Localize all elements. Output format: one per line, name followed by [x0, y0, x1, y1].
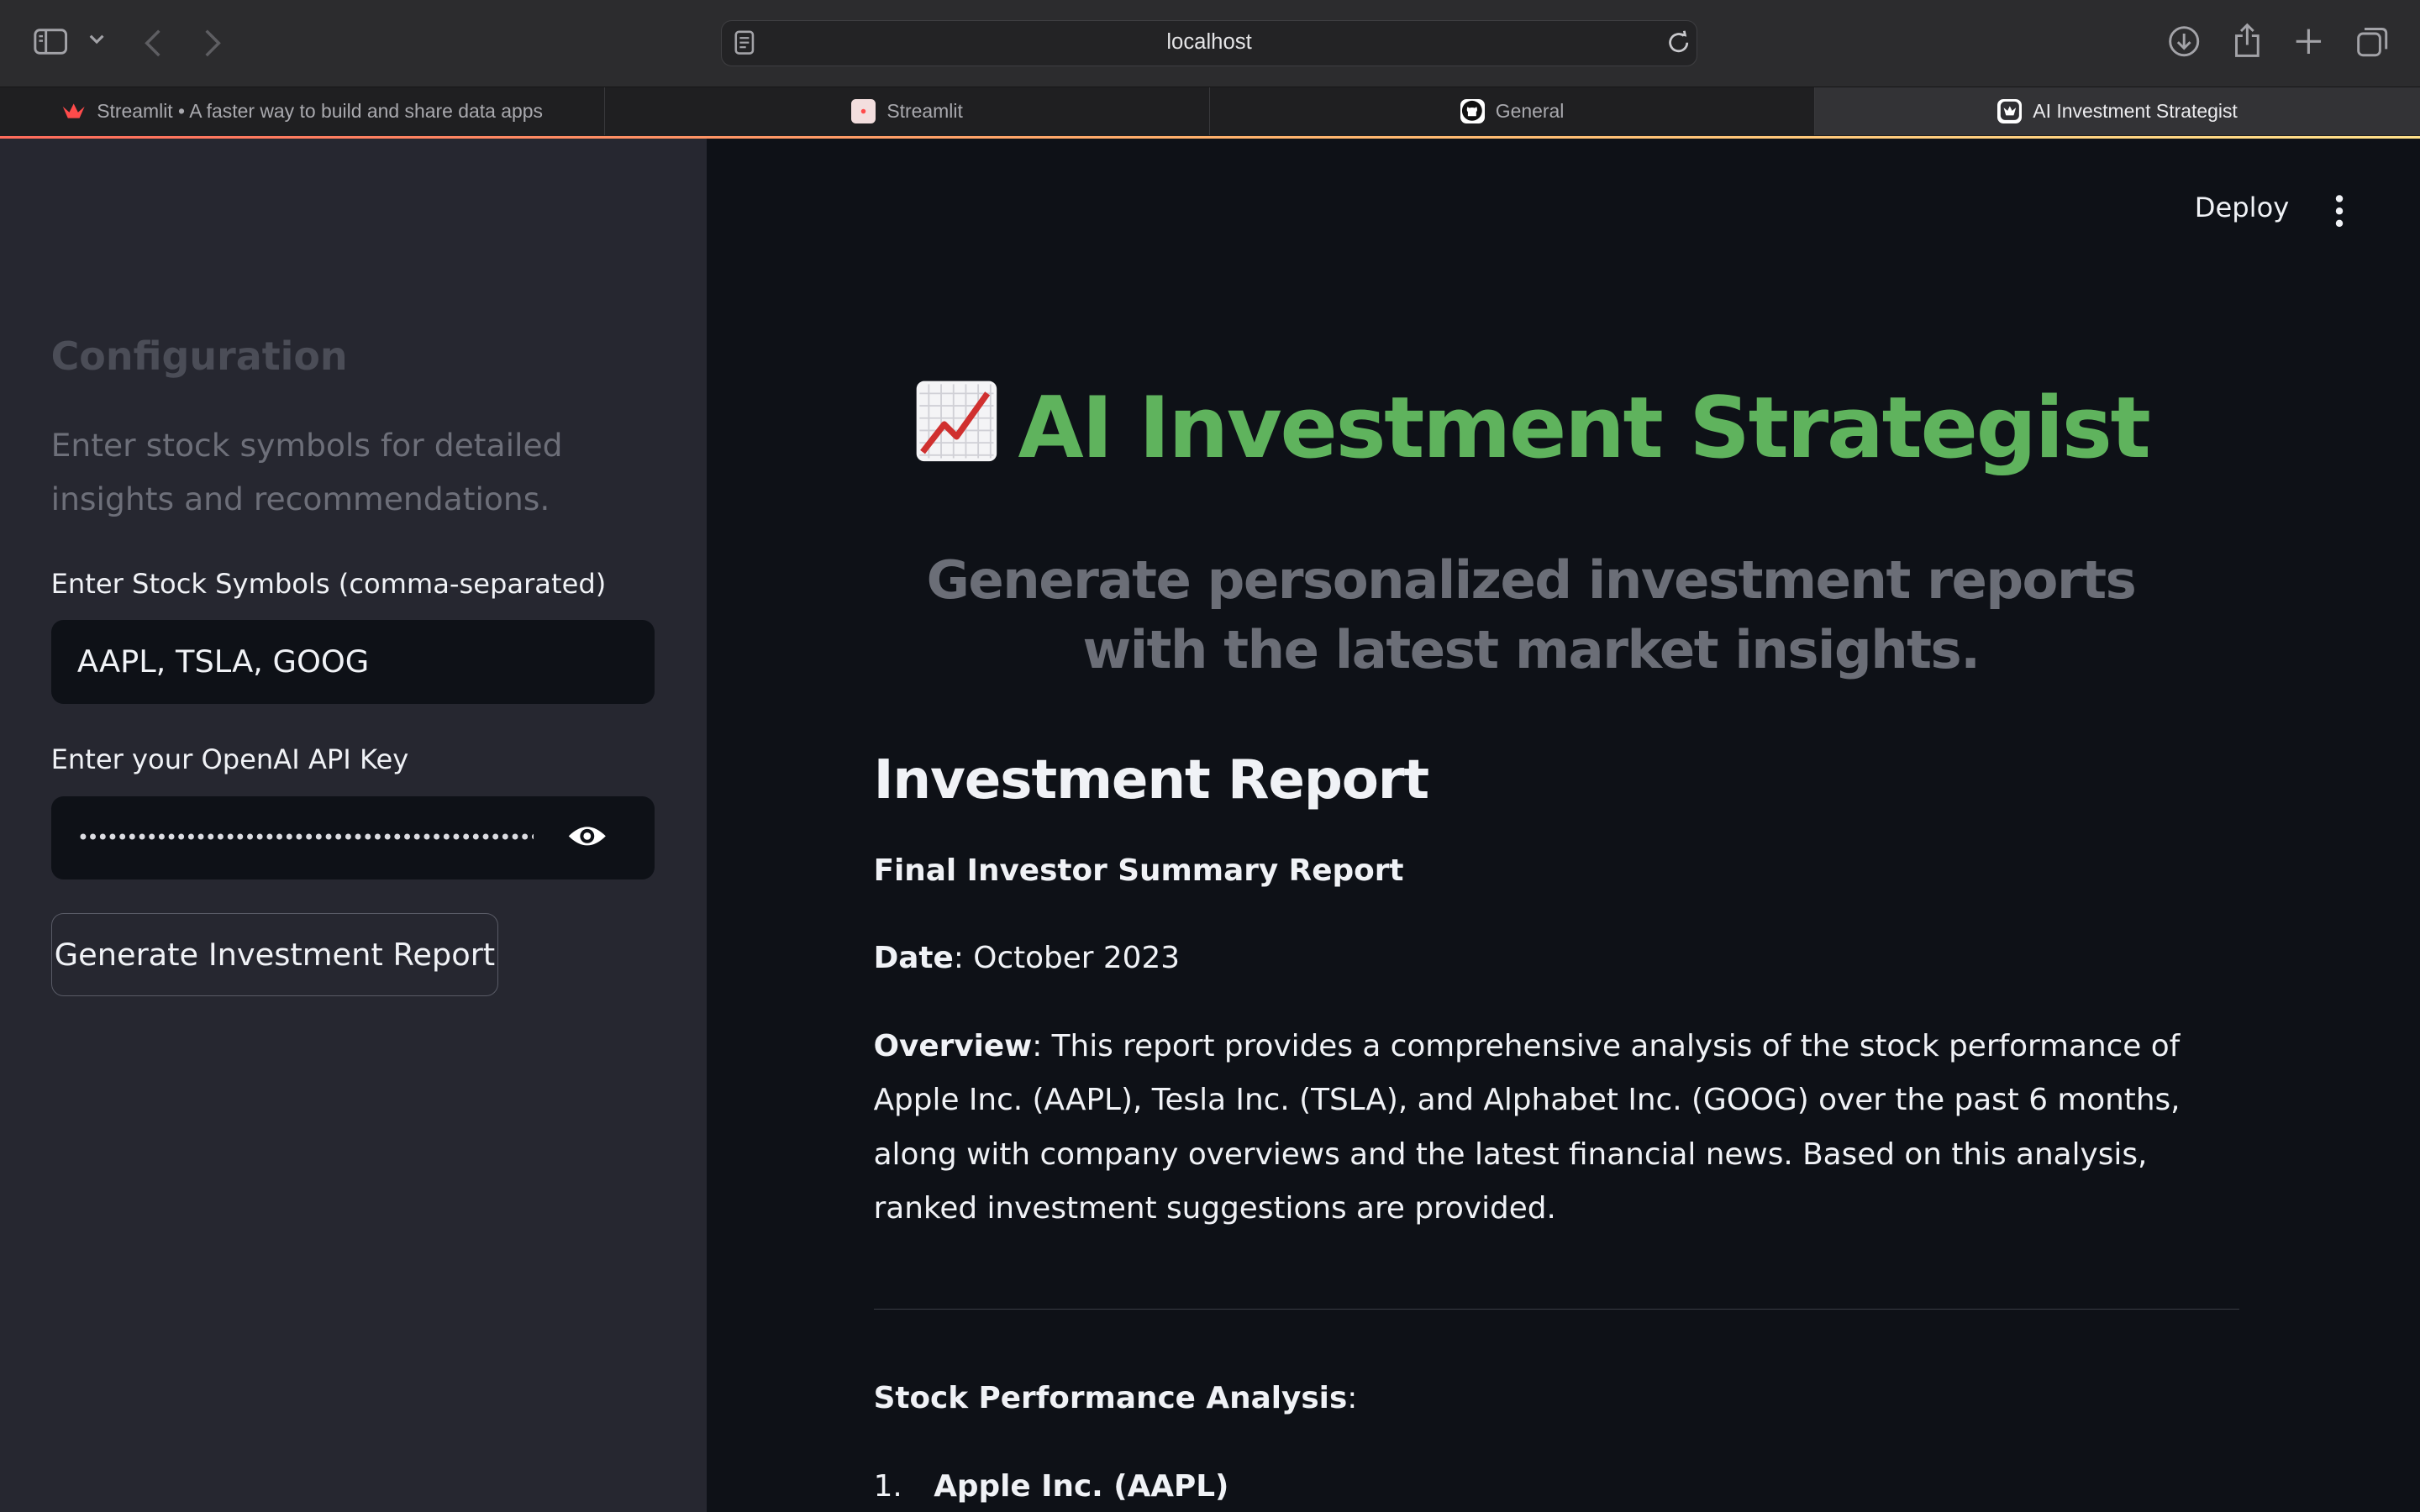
report-title: Final Investor Summary Report — [873, 853, 1404, 888]
new-tab-icon[interactable] — [2293, 26, 2324, 57]
sidebar-description: Enter stock symbols for detailed insight… — [50, 426, 563, 518]
address-bar[interactable]: localhost — [720, 19, 1698, 66]
sidebar-toggle-icon[interactable] — [34, 28, 68, 55]
streamlit-favicon — [851, 98, 876, 123]
report-date: Date: October 2023 — [874, 932, 2239, 985]
page-title: AI Investment Strategist — [707, 378, 2355, 485]
tab-streamlit[interactable]: Streamlit — [605, 87, 1210, 135]
page-subtitle: Generate personalized investment reports… — [926, 549, 2137, 680]
downloads-icon[interactable] — [2167, 24, 2201, 58]
chart-increasing-icon — [913, 378, 1000, 485]
streamlit-crown-icon — [61, 99, 86, 123]
sidebar: Configuration Enter stock symbols for de… — [0, 139, 708, 1512]
stock-symbols-input[interactable]: AAPL, TSLA, GOOG — [50, 620, 655, 704]
url-text: localhost — [1166, 29, 1252, 54]
main-menu-icon[interactable] — [2330, 194, 2349, 228]
section-heading: Stock Performance Analysis: — [874, 1372, 2239, 1425]
tab-label: Streamlit • A faster way to build and sh… — [97, 99, 543, 122]
section-heading-text: Stock Performance Analysis — [873, 1380, 1348, 1415]
streamlit-favicon — [1997, 98, 2023, 123]
tab-streamlit-home[interactable]: Streamlit • A faster way to build and sh… — [0, 87, 605, 135]
tab-general[interactable]: General — [1210, 87, 1815, 135]
date-value: : October 2023 — [953, 941, 1181, 976]
reload-icon[interactable] — [1666, 30, 1691, 55]
page-title-text: AI Investment Strategist — [1018, 377, 2150, 477]
deploy-button[interactable]: Deploy — [2195, 192, 2290, 223]
api-key-field-label: Enter your OpenAI API Key — [50, 743, 409, 776]
chevron-down-icon[interactable] — [88, 34, 105, 46]
overview-label: Overview — [873, 1029, 1033, 1064]
divider — [873, 1308, 2240, 1310]
sidebar-title: Configuration — [50, 333, 348, 379]
section-heading-colon: : — [1347, 1380, 1358, 1415]
browser-toolbar: localhost — [0, 0, 2420, 87]
back-icon[interactable] — [144, 28, 162, 59]
github-icon — [1460, 98, 1485, 123]
symbols-field-label: Enter Stock Symbols (comma-separated) — [50, 567, 607, 600]
generate-report-button[interactable]: Generate Investment Report — [50, 913, 499, 997]
date-label: Date — [873, 941, 954, 976]
stock-symbols-value: AAPL, TSLA, GOOG — [76, 643, 370, 680]
main-content: Deploy AI Investment Strategist Generate… — [707, 139, 2420, 1512]
list-item: Apple Inc. (AAPL) — [934, 1468, 1229, 1504]
tab-label: Streamlit — [886, 99, 963, 122]
tab-overview-icon[interactable] — [2355, 24, 2389, 58]
tab-label: AI Investment Strategist — [2033, 99, 2238, 122]
share-icon[interactable] — [2232, 22, 2263, 59]
report-heading: Investment Report — [873, 748, 1430, 811]
api-key-input[interactable]: ••••••••••••••••••••••••••••••••••••••••… — [50, 795, 655, 879]
list-item-number: 1. — [873, 1468, 902, 1504]
overview-text: : This report provides a comprehensive a… — [873, 1029, 2181, 1226]
tab-ai-investment-strategist[interactable]: AI Investment Strategist — [1814, 87, 2420, 135]
show-password-icon[interactable] — [566, 821, 608, 859]
report-overview: Overview: This report provides a compreh… — [874, 1020, 2239, 1236]
tab-bar: Streamlit • A faster way to build and sh… — [0, 86, 2420, 136]
forward-icon[interactable] — [203, 28, 222, 59]
tab-label: General — [1495, 99, 1565, 122]
api-key-masked-value: ••••••••••••••••••••••••••••••••••••••••… — [76, 826, 534, 850]
